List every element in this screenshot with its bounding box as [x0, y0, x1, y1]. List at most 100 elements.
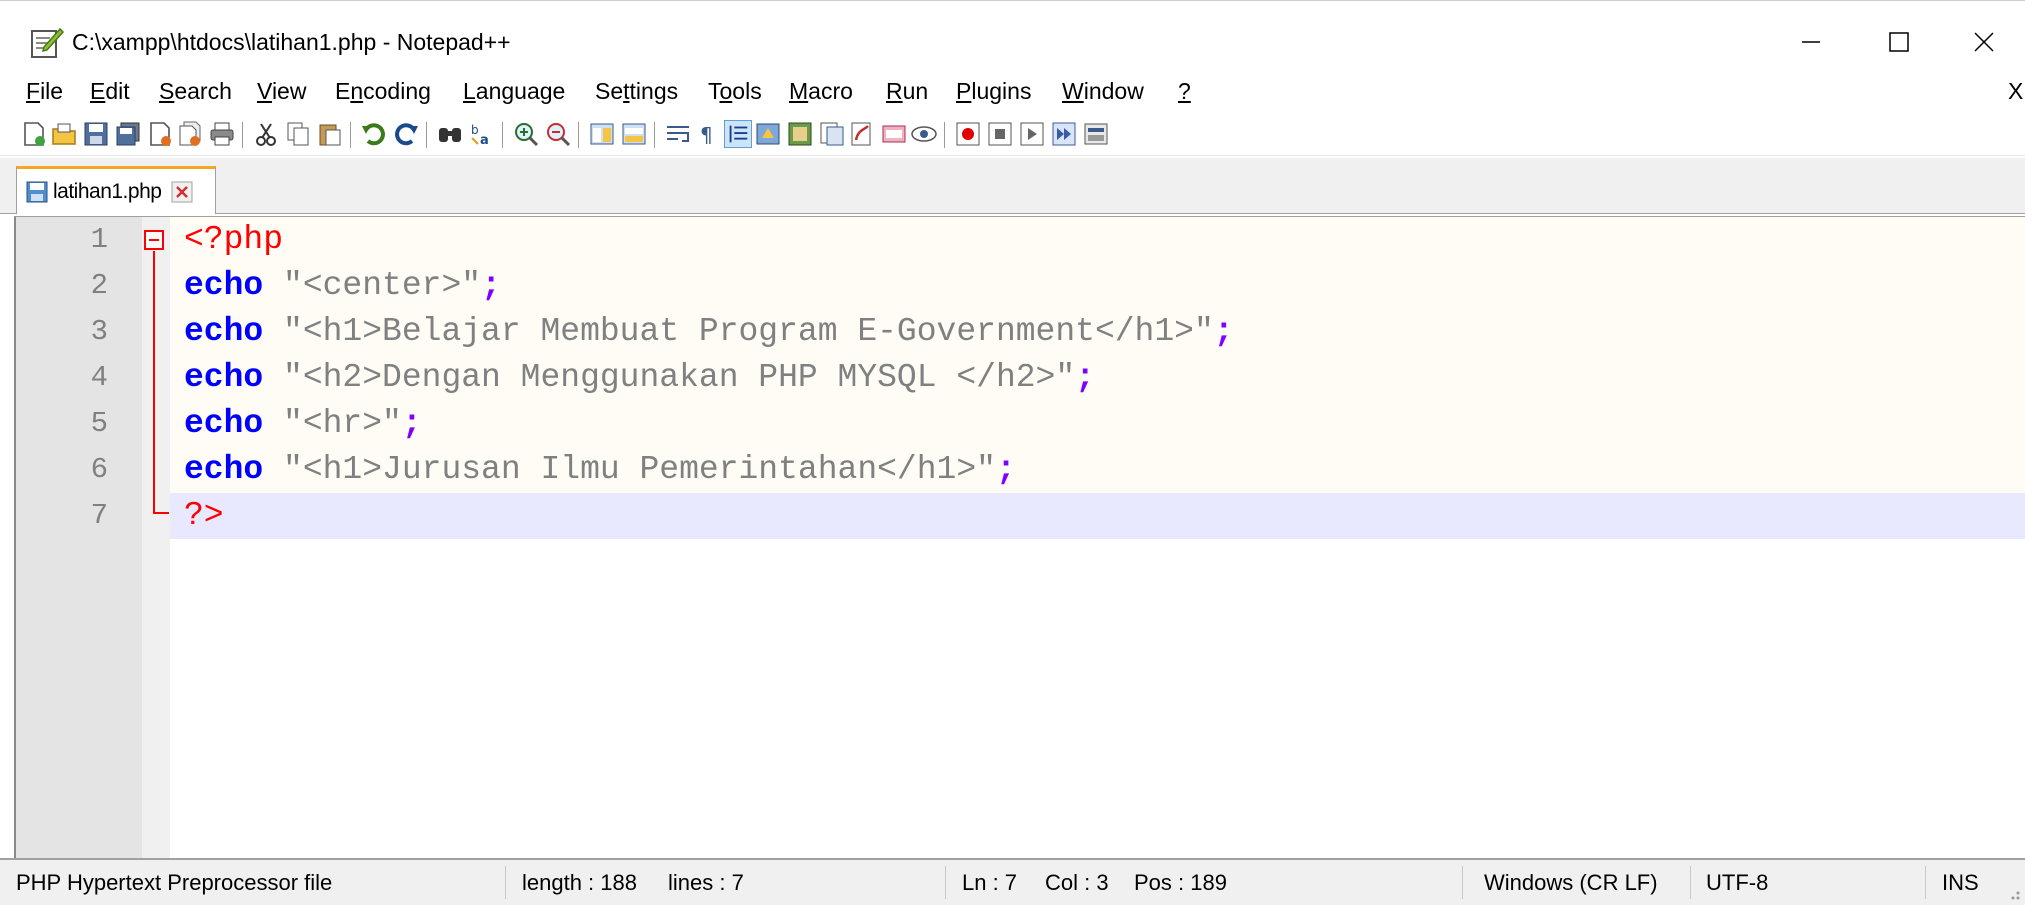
code-line[interactable]: 6 echo "<h1>Jurusan Ilmu Pemerintahan</h…: [91, 447, 2025, 493]
new-file-icon[interactable]: [20, 120, 48, 148]
resize-grip-icon[interactable]: [2004, 884, 2022, 902]
status-separator: [945, 866, 946, 899]
folder-workspace-icon[interactable]: [848, 120, 876, 148]
open-file-icon[interactable]: [50, 120, 78, 148]
status-eol[interactable]: Windows (CR LF): [1484, 860, 1658, 905]
function-list-icon[interactable]: [818, 120, 846, 148]
close-window-icon: [1973, 31, 1994, 52]
code-text: <?php: [184, 221, 284, 258]
line-number: 7: [90, 499, 108, 532]
doc-list-icon[interactable]: [880, 120, 908, 148]
fold-guide-line: [153, 251, 155, 513]
redo-icon[interactable]: [392, 120, 420, 148]
minimize-icon: [1802, 40, 1820, 43]
menu-settings[interactable]: Settings: [595, 76, 678, 106]
menu-run[interactable]: Run: [886, 76, 928, 106]
toolbar-separator: [426, 122, 427, 148]
stop-record-icon[interactable]: [986, 120, 1014, 148]
status-separator: [1925, 866, 1926, 899]
menu-file[interactable]: File: [26, 76, 63, 106]
menu-plugins[interactable]: Plugins: [956, 76, 1031, 106]
status-pos: Pos : 189: [1134, 870, 1227, 895]
current-code-line[interactable]: 7 ?>: [91, 493, 2025, 539]
code-text: echo "<h2>Dengan Menggunakan PHP MYSQL <…: [184, 359, 1095, 396]
svg-text:a: a: [480, 133, 489, 148]
maximize-button[interactable]: [1853, 1, 1945, 82]
code-area[interactable]: 1 <?php 2 echo "<center>"; 3 echo "<h1>B…: [91, 217, 2025, 858]
udl-icon[interactable]: [754, 120, 782, 148]
run-macro-multiple-icon[interactable]: [1050, 120, 1078, 148]
code-editor[interactable]: 1 <?php 2 echo "<center>"; 3 echo "<h1>B…: [14, 216, 2025, 858]
code-line[interactable]: 5 echo "<hr>";: [91, 401, 2025, 447]
save-macro-icon[interactable]: [1082, 120, 1110, 148]
tab-latihan1-php[interactable]: latihan1.php: [16, 166, 216, 214]
fold-end-marker: [153, 512, 169, 514]
toolbar-separator: [654, 122, 655, 148]
play-macro-icon[interactable]: [1018, 120, 1046, 148]
menu-macro[interactable]: Macro: [789, 76, 853, 106]
paste-icon[interactable]: [316, 120, 344, 148]
find-icon[interactable]: [436, 120, 464, 148]
toolbar-separator: [502, 122, 503, 148]
menu-window[interactable]: Window: [1062, 76, 1144, 106]
word-wrap-icon[interactable]: [664, 120, 692, 148]
fold-collapse-icon[interactable]: [144, 230, 164, 250]
copy-icon[interactable]: [284, 120, 312, 148]
code-text: echo "<h1>Belajar Membuat Program E-Gove…: [184, 313, 1234, 350]
toolbar-separator: [944, 122, 945, 148]
save-icon[interactable]: [82, 120, 110, 148]
status-ln: Ln : 7: [962, 870, 1018, 895]
doc-map-icon[interactable]: [786, 120, 814, 148]
sync-vertical-icon[interactable]: [588, 120, 616, 148]
save-all-icon[interactable]: [114, 120, 142, 148]
sync-horizontal-icon[interactable]: [620, 120, 648, 148]
status-length: length : 188: [522, 870, 637, 895]
toolbar-separator: [242, 122, 243, 148]
code-line[interactable]: 4 echo "<h2>Dengan Menggunakan PHP MYSQL…: [91, 355, 2025, 401]
show-all-chars-icon[interactable]: ¶: [694, 120, 722, 148]
replace-icon[interactable]: ba: [468, 120, 496, 148]
saved-file-icon: [26, 181, 48, 202]
code-text: echo "<center>";: [184, 267, 501, 304]
minimize-button[interactable]: [1765, 1, 1857, 82]
close-icon[interactable]: [146, 120, 174, 148]
cut-icon[interactable]: [252, 120, 280, 148]
code-line[interactable]: 2 echo "<center>";: [91, 263, 2025, 309]
menu-encoding[interactable]: Encoding: [335, 76, 431, 106]
status-bar: PHP Hypertext Preprocessor file length :…: [0, 858, 2025, 905]
print-icon[interactable]: [208, 120, 236, 148]
code-text: ?>: [184, 497, 224, 534]
zoom-out-icon[interactable]: [544, 120, 572, 148]
menu-view[interactable]: View: [257, 76, 306, 106]
title-bar: C:\xampp\htdocs\latihan1.php - Notepad++: [0, 0, 2025, 81]
zoom-in-icon[interactable]: [512, 120, 540, 148]
maximize-icon: [1889, 31, 1909, 52]
close-window-button[interactable]: [1942, 1, 2025, 82]
status-encoding[interactable]: UTF-8: [1706, 860, 1768, 905]
status-insert-mode[interactable]: INS: [1942, 860, 1979, 905]
record-macro-icon[interactable]: [954, 120, 982, 148]
notepad-app-icon: [31, 27, 64, 58]
menu-help[interactable]: ?: [1178, 76, 1191, 106]
line-number: 6: [90, 453, 108, 486]
status-file-type: PHP Hypertext Preprocessor file: [16, 870, 333, 895]
menu-search[interactable]: Search: [159, 76, 232, 106]
close-all-icon[interactable]: [176, 120, 204, 148]
code-text: echo "<hr>";: [184, 405, 422, 442]
toolbar-separator: [578, 122, 579, 148]
close-document-button[interactable]: X: [2008, 76, 2023, 106]
monitoring-icon[interactable]: [910, 120, 938, 148]
menu-edit[interactable]: Edit: [90, 76, 130, 106]
menu-bar: File Edit Search View Encoding Language …: [0, 72, 2025, 110]
svg-text:¶: ¶: [700, 123, 713, 147]
undo-icon[interactable]: [360, 120, 388, 148]
code-line[interactable]: 3 echo "<h1>Belajar Membuat Program E-Go…: [91, 309, 2025, 355]
tab-close-icon[interactable]: [171, 181, 193, 203]
fold-margin[interactable]: [142, 217, 170, 858]
tab-strip: latihan1.php: [0, 158, 2025, 214]
menu-tools[interactable]: Tools: [708, 76, 762, 106]
code-line[interactable]: 1 <?php: [91, 217, 2025, 263]
line-number: 3: [90, 315, 108, 348]
indent-guide-icon[interactable]: [724, 120, 752, 148]
menu-language[interactable]: Language: [463, 76, 565, 106]
